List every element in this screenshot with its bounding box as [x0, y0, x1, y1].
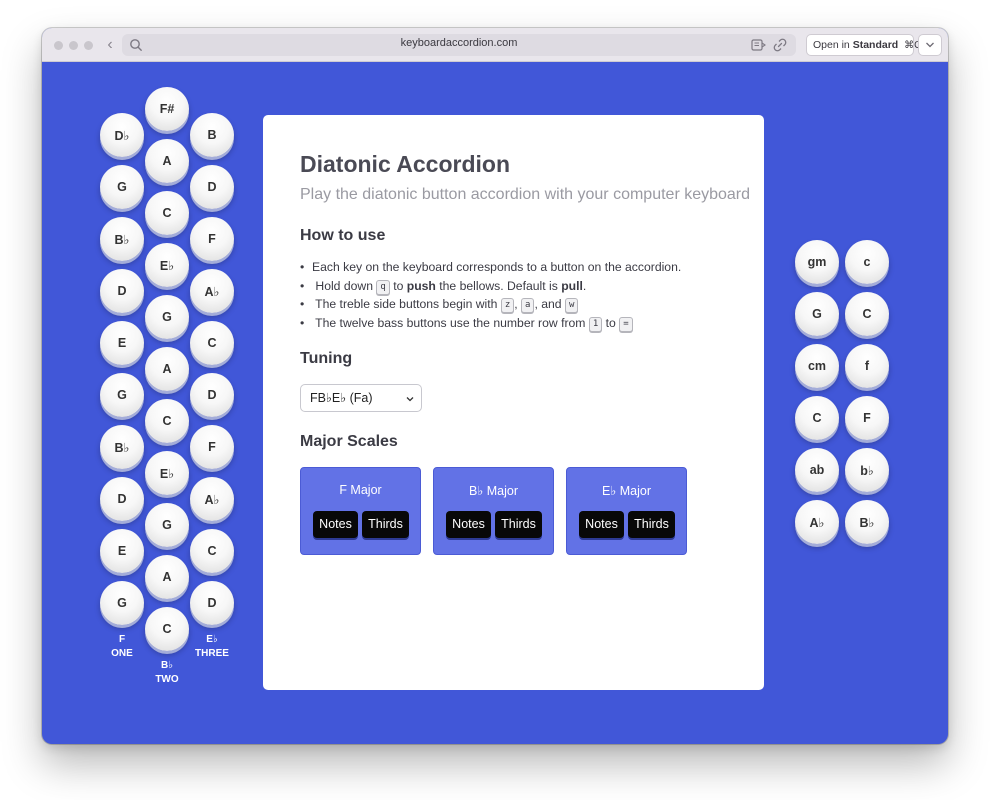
bass-button[interactable]: cm: [795, 344, 839, 388]
treble-button[interactable]: B: [190, 113, 234, 157]
bass-button[interactable]: F: [845, 396, 889, 440]
minimize-window-button[interactable]: [69, 41, 78, 50]
treble-button[interactable]: G: [100, 165, 144, 209]
treble-button[interactable]: G: [145, 295, 189, 339]
bb-major-thirds-button[interactable]: Thirds: [495, 511, 542, 538]
how-to-use-heading: How to use: [300, 227, 386, 244]
bb-major-notes-button[interactable]: Notes: [446, 511, 491, 538]
reader-mode-icon[interactable]: [750, 37, 766, 53]
treble-button[interactable]: G: [100, 373, 144, 417]
row-label-name: ONE: [111, 648, 133, 659]
treble-button[interactable]: E♭: [145, 451, 189, 495]
treble-button[interactable]: D: [190, 373, 234, 417]
major-scales-heading: Major Scales: [300, 433, 398, 450]
f-major-notes-button[interactable]: Notes: [313, 511, 358, 538]
browser-window: ‹ keyboardaccordion.com Open in Standard: [42, 28, 948, 744]
treble-button[interactable]: F: [190, 425, 234, 469]
list-item: Hold down q to push the bellows. Default…: [300, 277, 681, 296]
treble-button[interactable]: A: [145, 139, 189, 183]
treble-button[interactable]: A♭: [190, 269, 234, 313]
treble-button[interactable]: D: [190, 581, 234, 625]
row-label-key: B♭: [161, 660, 173, 671]
treble-button[interactable]: F#: [145, 87, 189, 131]
page-title: Diatonic Accordion: [300, 151, 510, 177]
list-item: The treble side buttons begin with z, a,…: [300, 295, 681, 314]
bass-button[interactable]: A♭: [795, 500, 839, 544]
eb-major-thirds-button[interactable]: Thirds: [628, 511, 675, 538]
treble-button[interactable]: A: [145, 347, 189, 391]
treble-button[interactable]: D: [190, 165, 234, 209]
key-1: 1: [588, 316, 603, 332]
scale-card-bb-major: B♭ Major Notes Thirds: [433, 467, 554, 555]
treble-button[interactable]: B♭: [100, 217, 144, 261]
row-label: B♭ TWO: [145, 659, 189, 687]
scale-card-f-major: F Major Notes Thirds: [300, 467, 421, 555]
bass-button[interactable]: C: [845, 292, 889, 336]
key-equals: =: [619, 316, 633, 332]
page-subtitle: Play the diatonic button accordion with …: [300, 186, 751, 203]
address-bar[interactable]: keyboardaccordion.com: [122, 34, 796, 56]
bass-button[interactable]: G: [795, 292, 839, 336]
browser-toolbar: ‹ keyboardaccordion.com Open in Standard: [42, 28, 948, 62]
instructions-list: Each key on the keyboard corresponds to …: [300, 258, 681, 332]
treble-button[interactable]: A: [145, 555, 189, 599]
treble-button[interactable]: E♭: [145, 243, 189, 287]
treble-button[interactable]: F: [190, 217, 234, 261]
row-label: F ONE: [100, 633, 144, 661]
list-item: Each key on the keyboard corresponds to …: [300, 258, 681, 277]
treble-button[interactable]: C: [190, 529, 234, 573]
open-in-standard-button[interactable]: Open in Standard ⌘O: [806, 34, 922, 56]
bass-button[interactable]: B♭: [845, 500, 889, 544]
back-chevron-icon[interactable]: ‹: [102, 36, 118, 54]
treble-button[interactable]: D♭: [100, 113, 144, 157]
bass-button[interactable]: gm: [795, 240, 839, 284]
key-q: q: [376, 279, 390, 295]
row-label: E♭ THREE: [190, 633, 234, 661]
zoom-window-button[interactable]: [84, 41, 93, 50]
eb-major-notes-button[interactable]: Notes: [579, 511, 624, 538]
treble-button[interactable]: A♭: [190, 477, 234, 521]
chevron-down-icon: [406, 397, 414, 402]
key-z: z: [500, 298, 515, 313]
row-label-name: THREE: [195, 648, 229, 659]
chevron-down-icon: [926, 42, 934, 48]
tuning-heading: Tuning: [300, 350, 353, 367]
bass-button[interactable]: b♭: [845, 448, 889, 492]
treble-button[interactable]: C: [145, 191, 189, 235]
bass-button[interactable]: c: [845, 240, 889, 284]
treble-button[interactable]: G: [100, 581, 144, 625]
key-w: w: [564, 298, 579, 313]
bass-button[interactable]: ab: [795, 448, 839, 492]
treble-button[interactable]: D: [100, 477, 144, 521]
treble-button[interactable]: C: [145, 399, 189, 443]
treble-button[interactable]: B♭: [100, 425, 144, 469]
key-a: a: [521, 298, 535, 313]
row-label-name: TWO: [155, 674, 179, 685]
treble-button[interactable]: D: [100, 269, 144, 313]
bass-button[interactable]: f: [845, 344, 889, 388]
treble-button[interactable]: E: [100, 321, 144, 365]
treble-button[interactable]: C: [190, 321, 234, 365]
list-item: The twelve bass buttons use the number r…: [300, 314, 681, 333]
url-text: keyboardaccordion.com: [400, 37, 518, 49]
close-window-button[interactable]: [54, 41, 63, 50]
tuning-select[interactable]: FB♭E♭ (Fa): [300, 384, 422, 412]
treble-button[interactable]: G: [145, 503, 189, 547]
scale-card-eb-major: E♭ Major Notes Thirds: [566, 467, 687, 555]
info-card: Diatonic Accordion Play the diatonic but…: [263, 115, 764, 690]
row-label-key: E♭: [206, 634, 218, 645]
f-major-thirds-button[interactable]: Thirds: [362, 511, 409, 538]
treble-button[interactable]: C: [145, 607, 189, 651]
bass-button[interactable]: C: [795, 396, 839, 440]
link-icon[interactable]: [772, 37, 788, 53]
treble-button[interactable]: E: [100, 529, 144, 573]
row-label-key: F: [118, 634, 126, 645]
open-in-menu-button[interactable]: [918, 34, 942, 56]
